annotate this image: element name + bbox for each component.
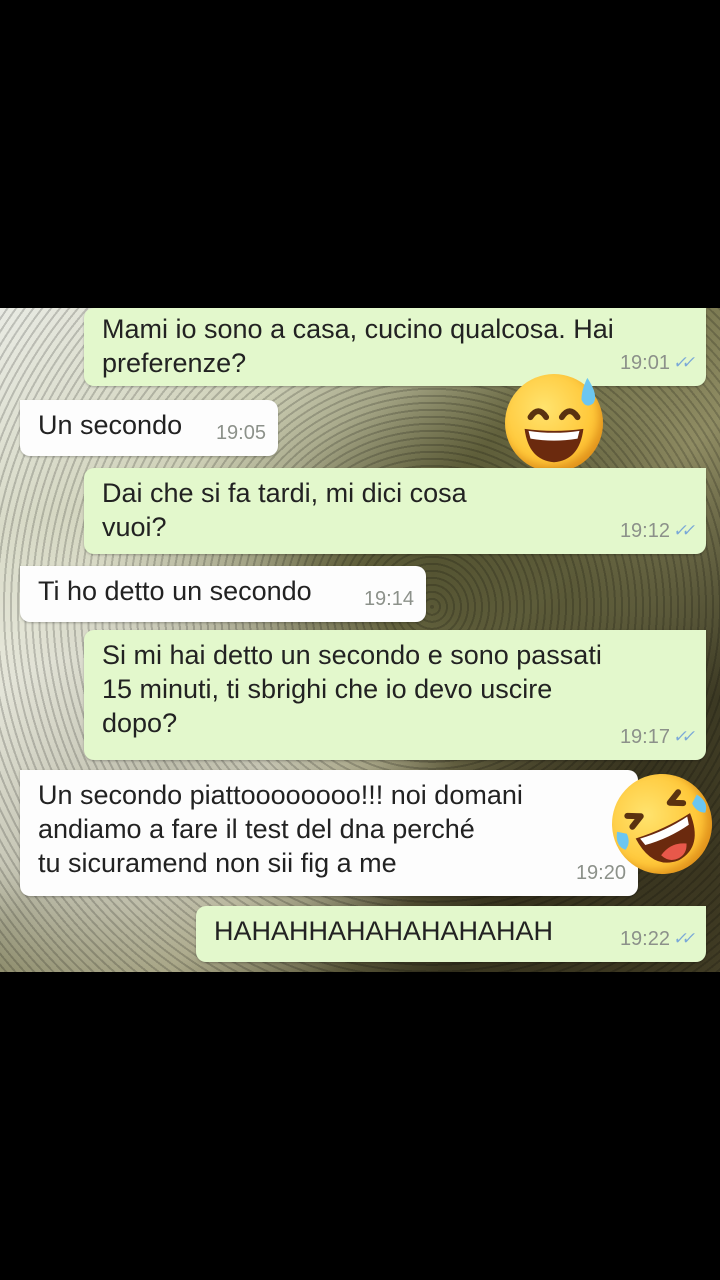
message-meta: 19:17 ✓✓ bbox=[620, 720, 694, 754]
message-outgoing: Si mi hai detto un secondo e sono passat… bbox=[84, 630, 706, 760]
message-time: 19:22 bbox=[619, 928, 670, 950]
message-text: Dai che si fa tardi, mi dici cosa vuoi? bbox=[102, 478, 467, 542]
read-ticks-icon: ✓✓ bbox=[672, 929, 693, 948]
message-outgoing: HAHAHHAHAHAHAHAHAH 19:22 ✓✓ bbox=[196, 906, 706, 962]
message-text: Si mi hai detto un secondo e sono passat… bbox=[102, 640, 602, 738]
message-text: Ti ho detto un secondo bbox=[38, 576, 312, 606]
message-meta: 19:22 ✓✓ bbox=[620, 922, 694, 956]
message-outgoing: Dai che si fa tardi, mi dici cosa vuoi? … bbox=[84, 468, 706, 554]
read-ticks-icon: ✓✓ bbox=[672, 353, 693, 372]
chat-screenshot: Mami io sono a casa, cucino qualcosa. Ha… bbox=[0, 308, 720, 972]
message-meta: 19:20 bbox=[576, 856, 626, 890]
message-outgoing: Mami io sono a casa, cucino qualcosa. Ha… bbox=[84, 308, 706, 386]
message-meta: 19:01 ✓✓ bbox=[620, 346, 694, 380]
message-meta: 19:05 bbox=[216, 416, 266, 450]
message-text: Un secondo piattoooooooo!!! noi domani a… bbox=[38, 780, 523, 878]
message-incoming: Un secondo piattoooooooo!!! noi domani a… bbox=[20, 770, 638, 896]
message-time: 19:05 bbox=[215, 422, 266, 444]
message-incoming: Un secondo 19:05 bbox=[20, 400, 278, 456]
message-time: 19:01 bbox=[619, 352, 670, 374]
read-ticks-icon: ✓✓ bbox=[672, 521, 693, 540]
message-text: Mami io sono a casa, cucino qualcosa. Ha… bbox=[102, 314, 614, 378]
message-meta: 19:12 ✓✓ bbox=[620, 514, 694, 548]
message-time: 19:12 bbox=[619, 520, 670, 542]
grinning-sweat-emoji bbox=[505, 374, 603, 472]
message-time: 19:20 bbox=[575, 862, 626, 884]
message-meta: 19:14 bbox=[364, 582, 414, 616]
message-time: 19:14 bbox=[363, 588, 414, 610]
message-incoming: Ti ho detto un secondo 19:14 bbox=[20, 566, 426, 622]
read-ticks-icon: ✓✓ bbox=[672, 727, 693, 746]
message-time: 19:17 bbox=[619, 726, 670, 748]
